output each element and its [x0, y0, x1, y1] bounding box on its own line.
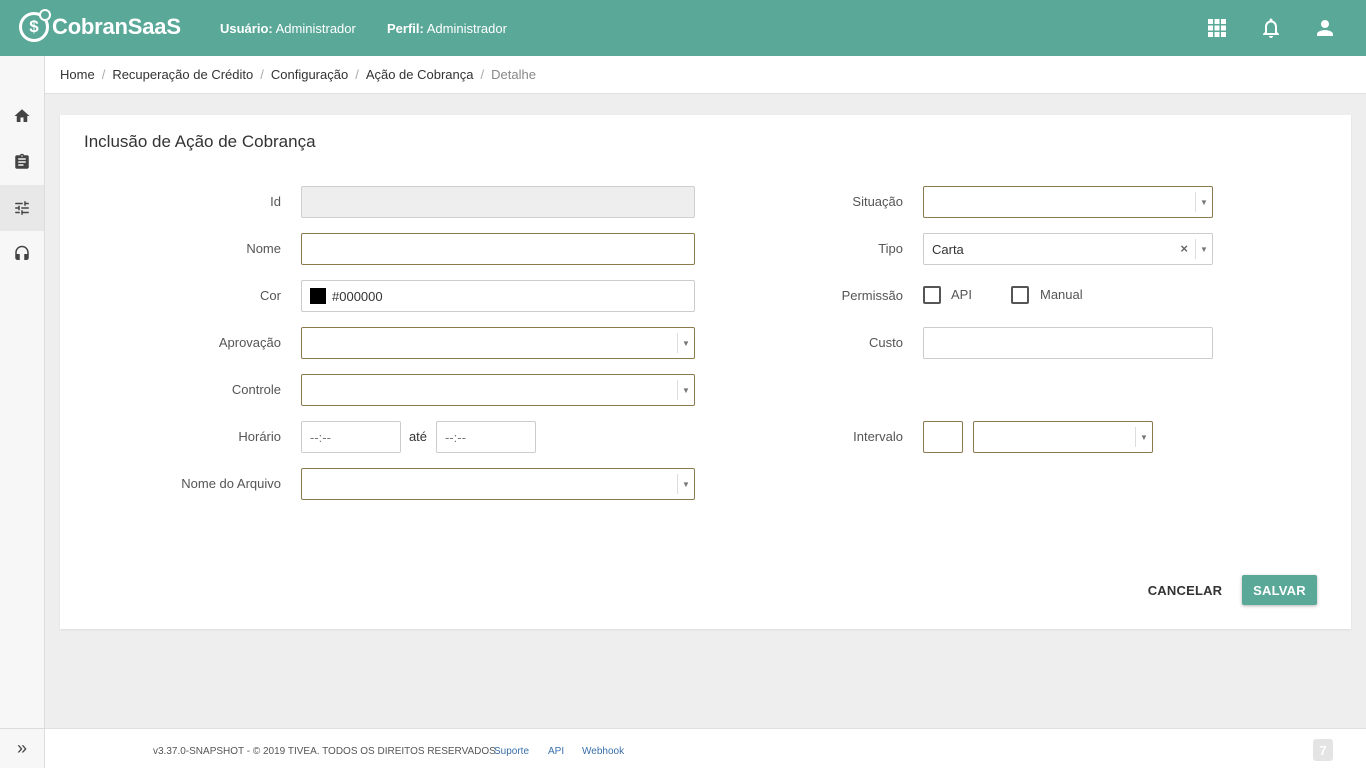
cancel-button[interactable]: CANCELAR: [1145, 576, 1225, 604]
intervalo-label: Intervalo: [853, 429, 903, 444]
cor-label: Cor: [260, 288, 281, 303]
breadcrumb-configuracao[interactable]: Configuração: [271, 67, 348, 82]
tipo-value: Carta: [932, 241, 964, 257]
breadcrumb-acao-cobranca[interactable]: Ação de Cobrança: [366, 67, 474, 82]
clear-icon[interactable]: ×: [1180, 241, 1188, 256]
sidebar-expand-button[interactable]: »: [0, 728, 44, 768]
controle-select[interactable]: ▼: [301, 374, 695, 406]
controle-label: Controle: [231, 382, 281, 397]
tipo-label: Tipo: [878, 241, 903, 256]
brand-logo[interactable]: $ CobranSaaS: [19, 9, 181, 42]
footer: v3.37.0-SNAPSHOT - © 2019 TIVEA. TODOS O…: [45, 728, 1366, 768]
sliders-icon: [15, 201, 29, 215]
chevron-down-icon: ▼: [1195, 239, 1212, 259]
user-label: Usuário:: [220, 21, 273, 36]
api-checkbox-label: API: [951, 287, 972, 302]
cor-input[interactable]: #000000: [301, 280, 695, 312]
nome-arquivo-label: Nome do Arquivo: [181, 476, 281, 491]
situacao-label: Situação: [852, 194, 903, 209]
id-label: Id: [270, 194, 281, 209]
cor-value: #000000: [332, 288, 383, 304]
chevron-down-icon: ▼: [677, 380, 694, 400]
headset-icon: [15, 245, 29, 260]
sidebar: »: [0, 56, 45, 768]
situacao-select[interactable]: ▼: [923, 186, 1213, 218]
footer-link-suporte[interactable]: Suporte: [494, 746, 529, 757]
nome-label: Nome: [246, 241, 281, 256]
sidebar-item-support[interactable]: [0, 231, 44, 277]
tivea-logo-icon: 7: [1313, 739, 1333, 761]
chevron-down-icon: ▼: [677, 333, 694, 353]
chevron-down-icon: ▼: [1135, 427, 1152, 447]
sidebar-item-home[interactable]: [0, 93, 44, 139]
chevron-down-icon: ▼: [1195, 192, 1212, 212]
breadcrumb-recuperacao[interactable]: Recuperação de Crédito: [112, 67, 253, 82]
user-value: Administrador: [275, 21, 356, 36]
aprovacao-label: Aprovação: [218, 335, 281, 350]
top-header: $ CobranSaaS Usuário: Administrador Perf…: [0, 0, 1366, 56]
breadcrumb-detalhe: Detalhe: [491, 67, 536, 82]
page-title: Inclusão de Ação de Cobrança: [84, 132, 316, 151]
home-icon: [14, 109, 30, 122]
footer-link-webhook[interactable]: Webhook: [582, 746, 624, 757]
api-checkbox[interactable]: [923, 286, 941, 304]
nome-arquivo-select[interactable]: ▼: [301, 468, 695, 500]
permissao-label: Permissão: [841, 288, 903, 303]
profile-value: Administrador: [426, 21, 507, 36]
footer-link-api[interactable]: API: [548, 746, 564, 757]
form-card: Inclusão de Ação de Cobrança Id Nome Cor…: [60, 115, 1351, 629]
breadcrumb-home[interactable]: Home: [60, 67, 95, 82]
logo-icon: $: [19, 9, 51, 42]
custo-input[interactable]: [923, 327, 1213, 359]
save-button[interactable]: SALVAR: [1242, 575, 1317, 605]
aprovacao-select[interactable]: ▼: [301, 327, 695, 359]
color-swatch[interactable]: [310, 288, 326, 304]
horario-to-input[interactable]: --:--: [436, 421, 536, 453]
expand-icon: »: [16, 738, 27, 758]
intervalo-input[interactable]: [923, 421, 963, 453]
id-field: [301, 186, 695, 218]
tipo-select[interactable]: Carta × ▼: [923, 233, 1213, 265]
profile-info: Perfil: Administrador: [387, 21, 507, 36]
intervalo-unit-select[interactable]: ▼: [973, 421, 1153, 453]
horario-from-input[interactable]: --:--: [301, 421, 401, 453]
chevron-down-icon: ▼: [677, 474, 694, 494]
manual-checkbox-label: Manual: [1040, 287, 1083, 302]
brand-name: CobranSaaS: [52, 14, 181, 39]
manual-checkbox[interactable]: [1011, 286, 1029, 304]
nome-input[interactable]: [301, 233, 695, 265]
footer-copyright: v3.37.0-SNAPSHOT - © 2019 TIVEA. TODOS O…: [153, 746, 499, 757]
breadcrumb: Home / Recuperação de Crédito / Configur…: [45, 56, 1366, 94]
apps-grid-icon[interactable]: [1205, 16, 1229, 40]
horario-to-label: até: [408, 429, 428, 444]
clipboard-icon: [15, 153, 29, 169]
sidebar-item-clipboard[interactable]: [0, 139, 44, 185]
bell-icon[interactable]: [1259, 16, 1283, 40]
custo-label: Custo: [869, 335, 903, 350]
profile-label: Perfil:: [387, 21, 424, 36]
user-icon[interactable]: [1313, 16, 1337, 40]
horario-label: Horário: [238, 429, 281, 444]
sidebar-item-settings[interactable]: [0, 185, 44, 231]
user-info: Usuário: Administrador: [220, 21, 356, 36]
